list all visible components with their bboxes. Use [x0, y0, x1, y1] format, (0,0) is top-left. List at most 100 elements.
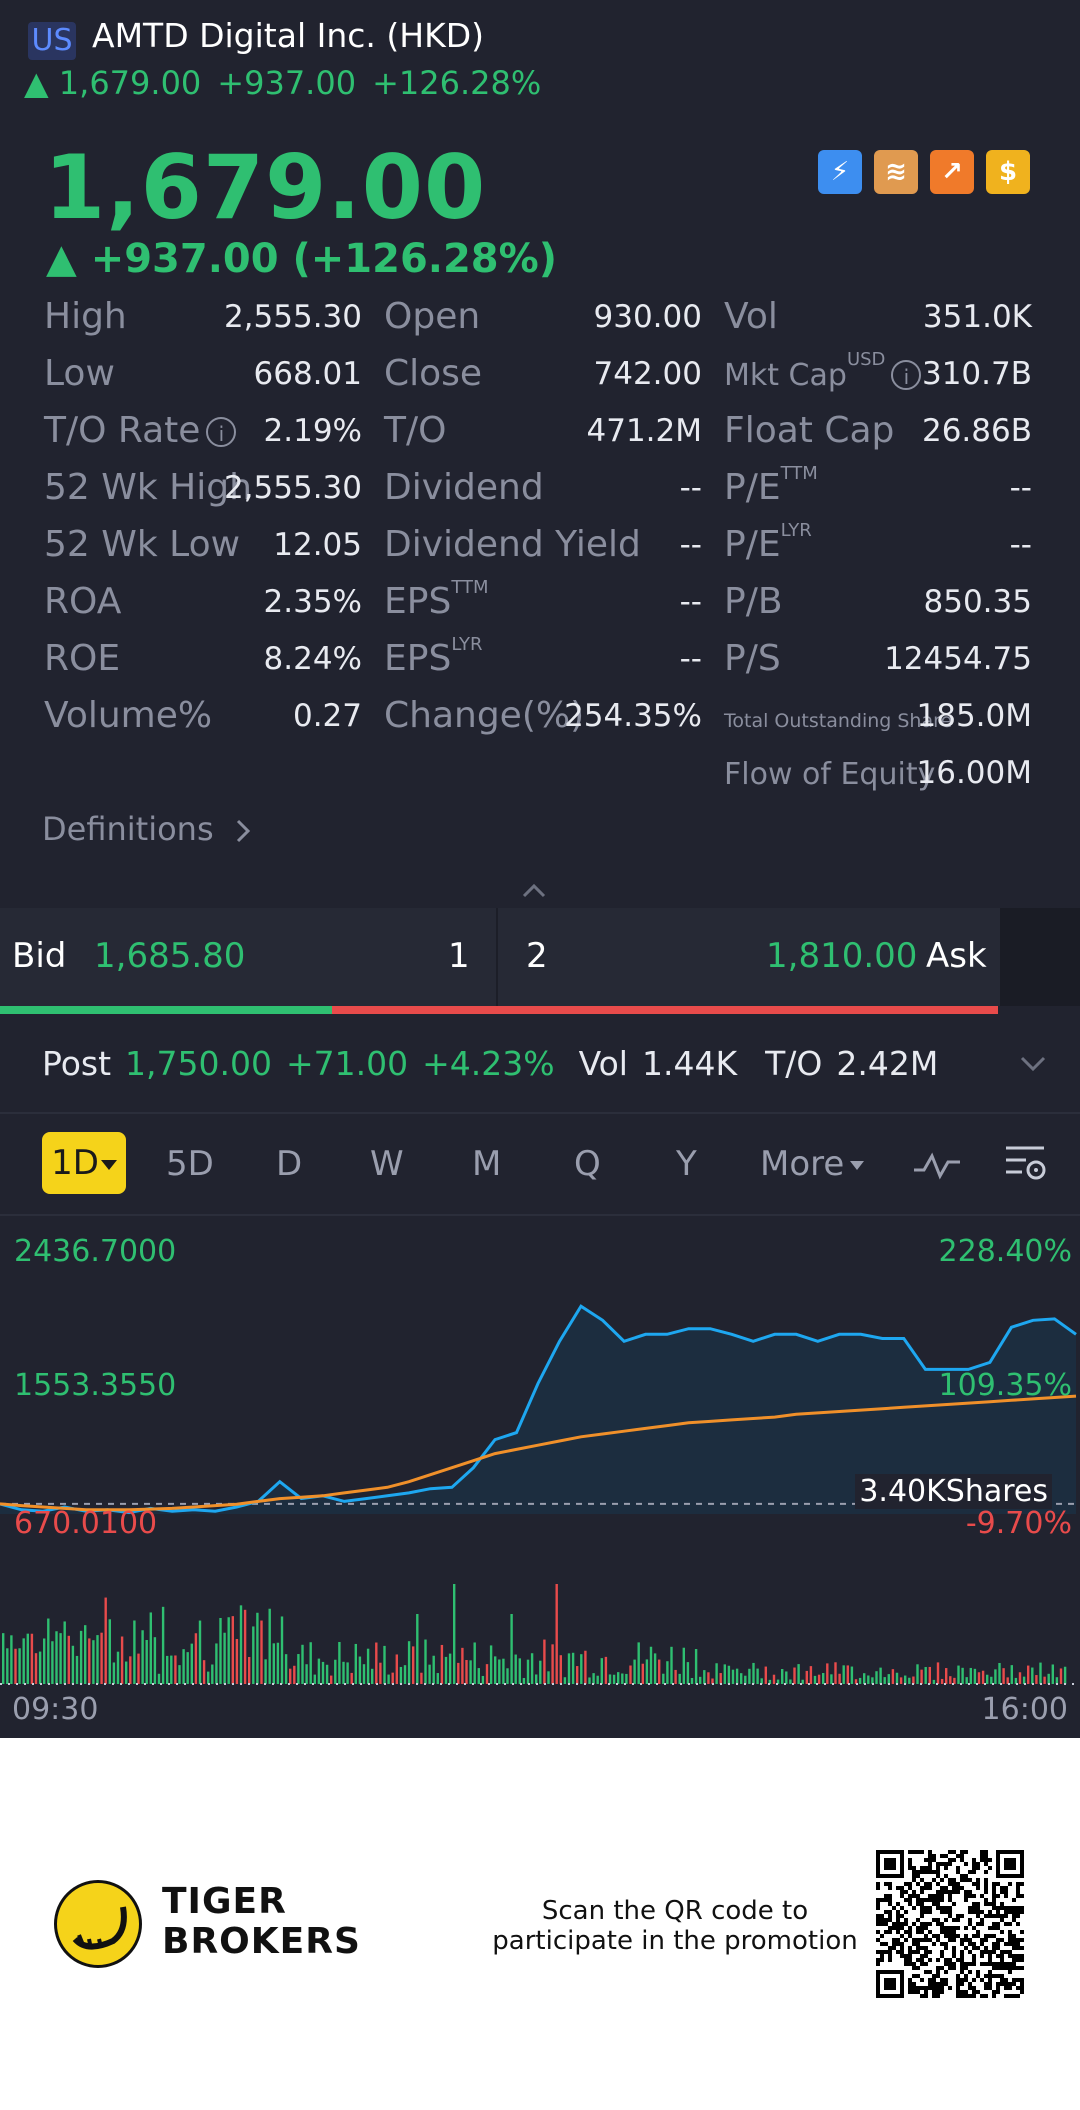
volume-bar [694, 1649, 698, 1684]
volume-bar [670, 1646, 673, 1684]
volume-bar [612, 1674, 616, 1684]
pct-axis-mid: 109.35% [938, 1368, 1072, 1403]
collapse-chevron-icon[interactable] [520, 878, 548, 906]
volume-bar [887, 1674, 890, 1684]
volume-bar [26, 1633, 29, 1684]
volume-bar [1035, 1675, 1038, 1684]
stat-label-text: 52 Wk Low [44, 524, 241, 565]
volume-bar [1059, 1668, 1063, 1684]
volume-bar [588, 1677, 591, 1684]
info-icon[interactable]: i [891, 360, 922, 390]
volume-bar [740, 1673, 743, 1684]
volume-bar [785, 1671, 788, 1684]
volume-bar [592, 1673, 595, 1684]
tab-more[interactable]: More [760, 1144, 865, 1184]
post-market-row[interactable]: Post 1,750.00 +71.00 +4.23% Vol 1.44K T/O 2.42M [0, 1018, 1080, 1114]
ask-quantity: 2 [526, 936, 548, 976]
volume-bar [112, 1662, 116, 1684]
volume-bar [202, 1660, 206, 1684]
volume-bar [690, 1677, 694, 1684]
post-price: 1,750.00 [125, 1044, 272, 1083]
stat-value: 742.00 [593, 356, 702, 392]
tab-5d[interactable]: 5D [166, 1144, 214, 1184]
volume-bar [1022, 1676, 1026, 1684]
volume-bar [723, 1664, 726, 1684]
stat-label: Vol [724, 296, 778, 337]
volume-bar [871, 1677, 874, 1684]
volume-bar [879, 1667, 882, 1684]
volume-bar [682, 1647, 685, 1684]
volume-bar [559, 1655, 562, 1684]
chevron-down-icon[interactable] [1018, 1054, 1048, 1074]
tab-d[interactable]: D [276, 1144, 302, 1184]
volume-bar [264, 1659, 267, 1684]
chart-settings-icon[interactable] [1004, 1142, 1048, 1186]
stat-value: 668.01 [253, 356, 362, 392]
indicator-icon[interactable] [912, 1148, 962, 1182]
post-change: +71.00 [286, 1044, 409, 1083]
volume-bar [104, 1597, 107, 1684]
volume-bar [822, 1673, 825, 1684]
tab-w[interactable]: W [370, 1144, 404, 1184]
volume-bar [436, 1673, 439, 1684]
tab-1d[interactable]: 1D [42, 1132, 126, 1194]
volume-bar [420, 1672, 423, 1684]
layers-icon[interactable]: ≋ [874, 150, 918, 194]
volume-bar [305, 1664, 308, 1684]
trend-icon[interactable]: ↗ [930, 150, 974, 194]
volume-bar [981, 1670, 985, 1684]
ask-label: Ask [926, 936, 987, 976]
tab-m[interactable]: M [472, 1144, 501, 1184]
volume-bar [633, 1659, 636, 1684]
info-icon[interactable]: i [206, 417, 237, 447]
volume-bar [75, 1655, 79, 1684]
stat-label: Low [44, 353, 115, 394]
volume-bar [858, 1677, 862, 1684]
volume-bar [391, 1672, 394, 1684]
volume-bar [227, 1617, 230, 1684]
volume-bar [293, 1665, 296, 1684]
volume-tag: 3.40KShares [855, 1474, 1052, 1509]
volume-bar [362, 1664, 366, 1684]
dollar-icon[interactable]: $ [986, 150, 1030, 194]
stat-label: Volume% [44, 695, 212, 736]
lightning-icon[interactable]: ⚡ [818, 150, 862, 194]
volume-bar [284, 1654, 288, 1684]
volume-bar [653, 1653, 657, 1684]
tiger-logo [54, 1880, 142, 1968]
tab-y[interactable]: Y [676, 1144, 697, 1184]
intraday-chart[interactable]: 2436.7000 1553.3550 670.0100 228.40% 109… [0, 1216, 1080, 1706]
stock-title[interactable]: AMTD Digital Inc. (HKD) [92, 16, 484, 55]
tab-q[interactable]: Q [574, 1144, 601, 1184]
volume-bar [826, 1663, 829, 1684]
volume-bar [198, 1620, 202, 1684]
stat-value: 2,555.30 [223, 299, 362, 335]
volume-bar [1039, 1662, 1042, 1684]
volume-bar [18, 1648, 21, 1684]
stat-label-text: ROA [44, 581, 122, 622]
volume-bar [387, 1674, 390, 1684]
stat-label-sup: TTM [451, 577, 489, 598]
post-to-label: T/O [765, 1044, 823, 1083]
y-axis-top: 2436.7000 [14, 1234, 177, 1269]
volume-bar [174, 1655, 177, 1684]
volume-bar [137, 1653, 140, 1684]
volume-bar [789, 1679, 792, 1684]
definitions-link[interactable]: Definitions [42, 810, 254, 848]
stat-value: -- [679, 527, 702, 563]
volume-bar [904, 1675, 907, 1684]
stat-label-text: 52 Wk High [44, 467, 252, 508]
qr-code[interactable] [876, 1850, 1024, 1998]
volume-bar [965, 1677, 968, 1684]
stat-value: -- [679, 470, 702, 506]
stat-label: EPSTTM [384, 577, 489, 622]
volume-bar [260, 1620, 263, 1684]
volume-bar [125, 1661, 128, 1684]
stat-label-text: Low [44, 353, 115, 394]
volume-bar [157, 1673, 161, 1684]
volume-bar [383, 1645, 386, 1684]
volume-bar [444, 1656, 448, 1684]
volume-bar [272, 1643, 275, 1684]
volume-bar [719, 1673, 722, 1684]
stat-value: -- [1009, 527, 1032, 563]
